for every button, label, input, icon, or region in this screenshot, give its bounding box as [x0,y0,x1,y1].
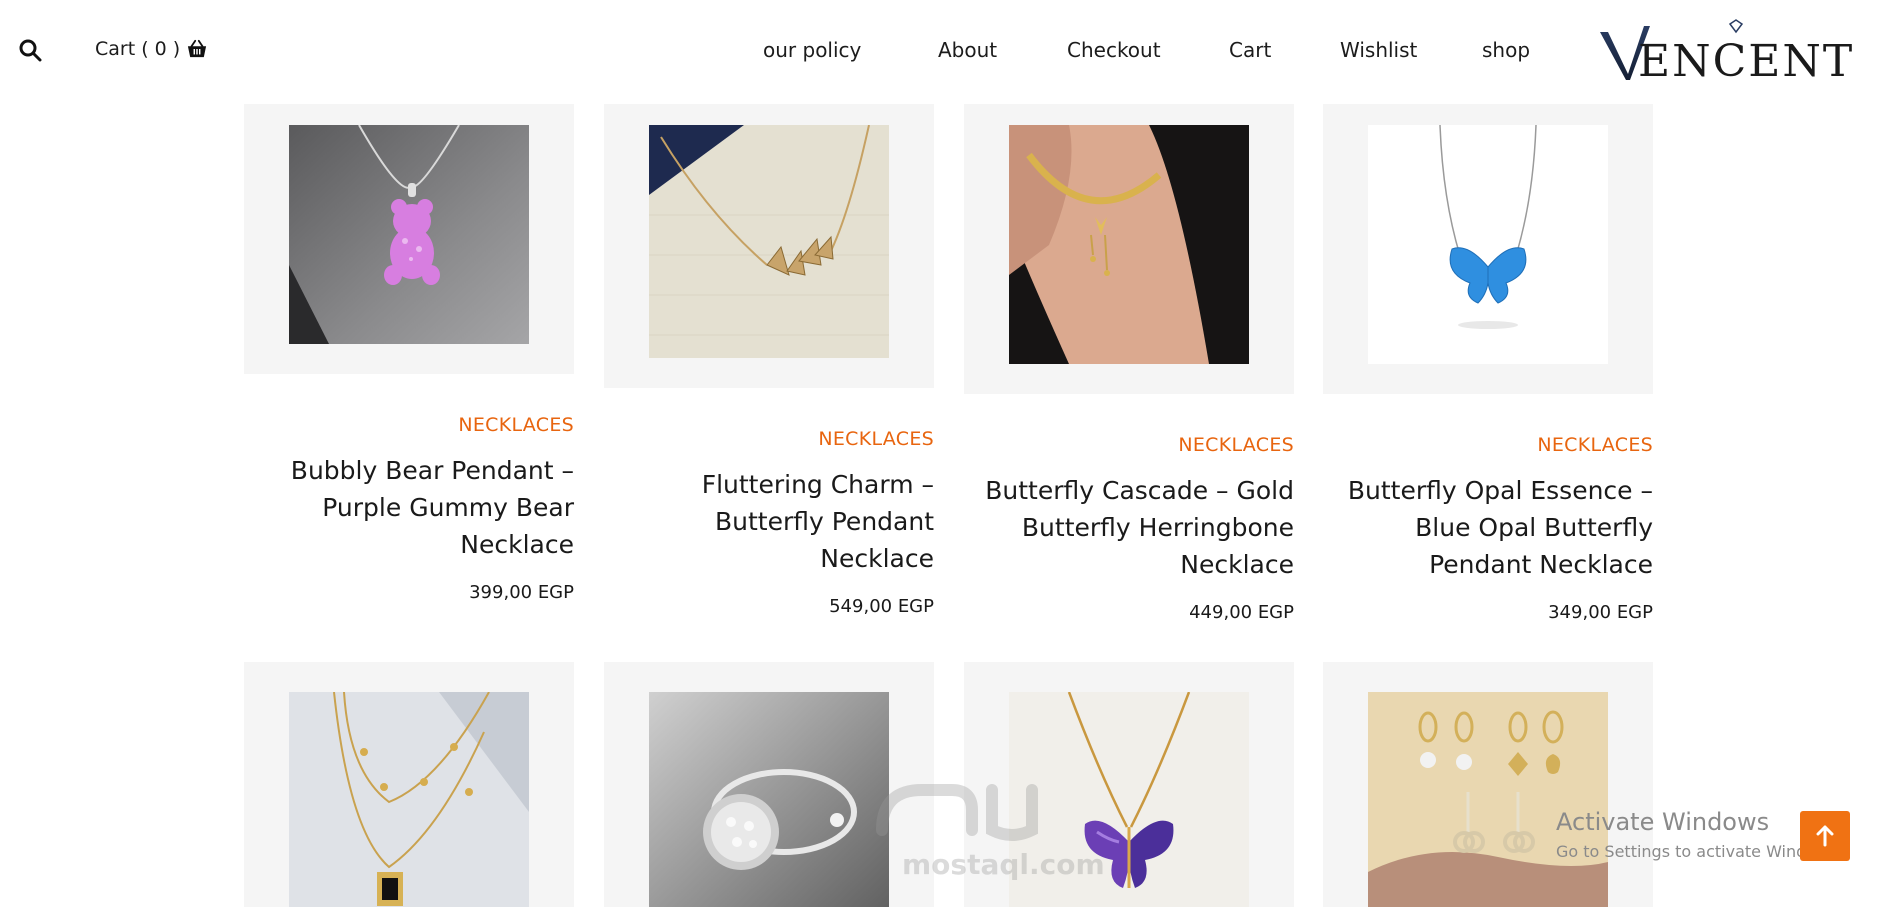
scroll-to-top-button[interactable] [1800,811,1850,861]
product-image [649,692,889,907]
product-category[interactable]: NECKLACES [458,414,574,436]
site-logo[interactable]: ENCENT [1598,16,1874,87]
product-card[interactable] [604,662,934,907]
product-price: 399,00 EGP [469,582,574,603]
product-title[interactable]: Bubbly Bear Pendant – Purple Gummy Bear … [244,452,574,563]
product-image-link[interactable] [604,104,934,388]
logo-wordmark: ENCENT [1638,36,1854,84]
product-card[interactable] [244,662,574,907]
product-card[interactable] [964,662,1294,907]
product-image-link[interactable] [244,104,574,374]
product-title[interactable]: Fluttering Charm – Butterfly Pendant Nec… [604,466,934,577]
product-image [1368,692,1608,907]
product-image-link[interactable] [1323,104,1653,394]
product-category[interactable]: NECKLACES [1178,434,1294,456]
diamond-icon [1728,19,1744,34]
nav-wishlist[interactable]: Wishlist [1340,38,1417,62]
product-title[interactable]: Butterfly Cascade – Gold Butterfly Herri… [964,472,1294,583]
product-price: 549,00 EGP [829,596,934,617]
nav-checkout[interactable]: Checkout [1067,38,1161,62]
product-image [1009,692,1249,907]
product-image [649,125,889,358]
product-image [1009,125,1249,364]
product-image [289,125,529,344]
nav-cart[interactable]: Cart [1229,38,1271,62]
product-category[interactable]: NECKLACES [1537,434,1653,456]
nav-shop[interactable]: shop [1482,38,1530,62]
product-card[interactable] [1323,662,1653,907]
nav-our-policy[interactable]: our policy [763,38,861,62]
arrow-up-icon [1816,825,1834,847]
product-image [289,692,529,907]
product-title[interactable]: Butterfly Opal Essence – Blue Opal Butte… [1323,472,1653,583]
product-price: 349,00 EGP [1548,602,1653,623]
product-image [1368,125,1608,364]
product-category[interactable]: NECKLACES [818,428,934,450]
product-image-link[interactable] [964,104,1294,394]
nav-about[interactable]: About [938,38,997,62]
site-header: Cart ( 0 ) our policy About Checkout Car… [0,0,1896,102]
product-price: 449,00 EGP [1189,602,1294,623]
